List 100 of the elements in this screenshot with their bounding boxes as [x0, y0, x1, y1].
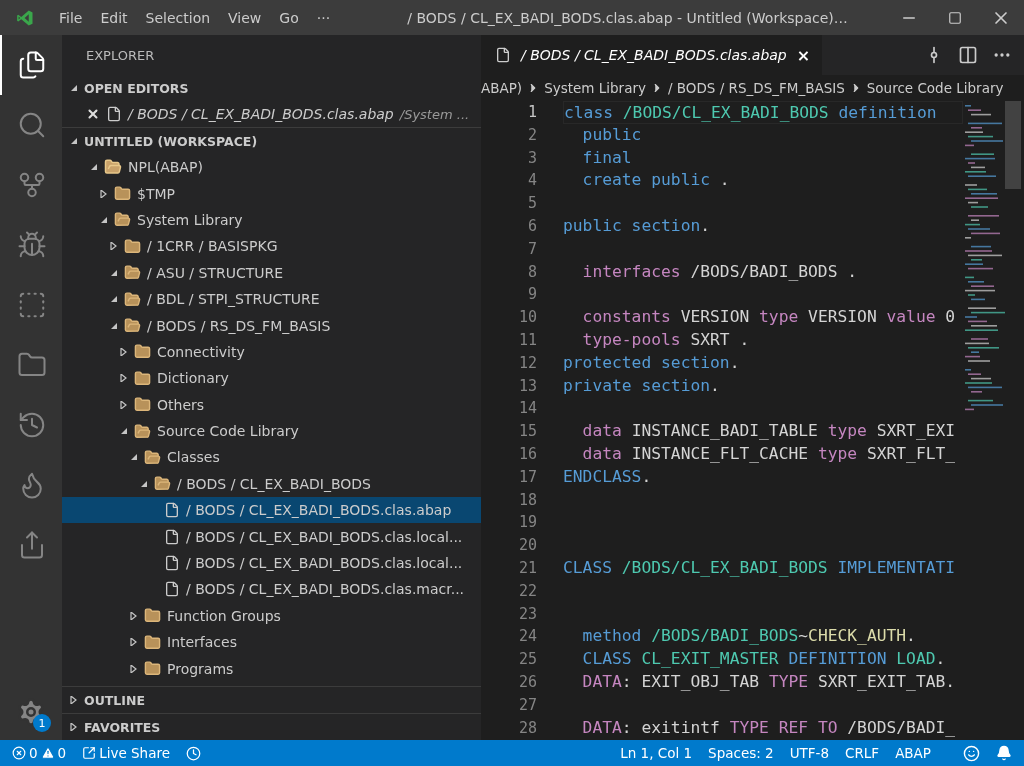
line-number: 9	[526, 284, 537, 306]
window-title: / BODS / CL_EX_BADI_BODS.clas.abap - Untitled (Workspace)…	[406, 9, 849, 26]
expand-arrow-icon[interactable]	[130, 453, 138, 462]
line-number: 5	[526, 193, 537, 215]
tree-item[interactable]: Interfaces	[62, 629, 481, 656]
menu-item[interactable]: Go	[270, 9, 308, 26]
tree-item[interactable]: Programs	[62, 655, 481, 682]
line-number: 2	[526, 124, 537, 146]
folder-icon	[134, 343, 151, 361]
expand-arrow-icon[interactable]	[70, 84, 78, 92]
tree-item[interactable]: Function Groups	[62, 602, 481, 630]
tree-item[interactable]: Classes	[62, 444, 481, 471]
expand-arrow-icon[interactable]	[100, 189, 108, 198]
code-line: type-pools SXRT .	[581, 329, 750, 349]
code-line: method /BODS/BADI_BODS~CHECK_AUTH.	[581, 626, 916, 646]
section-header[interactable]: UNTITLED (WORKSPACE)	[62, 127, 481, 154]
tree-item[interactable]: $TMP	[62, 180, 481, 207]
tree-item[interactable]: / ASU / STRUCTURE	[62, 259, 481, 286]
tree-item[interactable]: / BODS / CL_EX_BADI_BODS.clas.local...	[62, 523, 481, 550]
expand-arrow-icon[interactable]	[100, 215, 108, 224]
scrollbar-thumb[interactable]	[1005, 101, 1021, 189]
close-icon[interactable]	[86, 107, 100, 121]
breadcrumb-item[interactable]: / BODS / RS_DS_FM_BASIS	[668, 80, 845, 96]
file-icon	[164, 555, 180, 572]
menu-item[interactable]: Edit	[91, 9, 137, 26]
menu-item[interactable]: Selection	[136, 9, 220, 26]
tree-item[interactable]: / 1CRR / BASISPKG	[62, 233, 481, 260]
expand-arrow-icon[interactable]	[90, 163, 98, 172]
expand-arrow-icon[interactable]	[140, 479, 148, 488]
folder-icon	[144, 449, 161, 466]
tree-item[interactable]: NPL(ABAP)	[62, 154, 481, 181]
folder-icon	[144, 633, 161, 651]
section-header[interactable]: OPEN EDITORS	[62, 75, 481, 101]
section-header[interactable]: OUTLINE	[62, 686, 481, 713]
breadcrumb-item[interactable]: ABAP)	[481, 80, 523, 96]
file-icon	[164, 528, 180, 545]
folder-icon	[114, 211, 131, 229]
tree-item[interactable]: System Library	[62, 206, 481, 234]
expand-arrow-icon[interactable]	[120, 347, 128, 356]
split-editor-icon[interactable]	[958, 45, 978, 65]
code-line: constants VERSION type VERSION value 0	[581, 307, 956, 327]
menu-item[interactable]: View	[219, 9, 271, 26]
live-share-button[interactable]: Live Share	[76, 745, 176, 761]
line-number: 17	[517, 466, 537, 488]
expand-arrow-icon[interactable]	[110, 321, 118, 330]
tree-item[interactable]: / BODS / RS_DS_FM_BASIS	[62, 312, 481, 339]
cursor-position[interactable]: Ln 1, Col 1	[614, 745, 699, 761]
folder-icon	[134, 396, 151, 414]
code-line: public	[581, 124, 642, 144]
code-line: public section.	[563, 216, 711, 235]
line-number: 23	[517, 603, 537, 625]
tree-item[interactable]: Connectivity	[62, 338, 481, 366]
line-number: 11	[517, 329, 537, 351]
menu-item[interactable]: ···	[307, 9, 340, 26]
expand-arrow-icon[interactable]	[70, 137, 78, 145]
tree-item[interactable]: / BODS / CL_EX_BADI_BODS.clas.local...	[62, 549, 481, 577]
menu-item[interactable]: File	[50, 9, 92, 26]
tree-item[interactable]: / BODS / CL_EX_BADI_BODS.clas.macr...	[62, 576, 481, 603]
folder-icon	[124, 290, 141, 308]
tree-item[interactable]: / BDL / STPI_STRUCTURE	[62, 285, 481, 313]
indentation-setting[interactable]: Spaces: 2	[702, 745, 780, 761]
tree-item[interactable]: / BODS / CL_EX_BADI_BODS.clas.abap	[62, 497, 481, 524]
expand-arrow-icon[interactable]	[110, 242, 118, 251]
expand-arrow-icon[interactable]	[110, 268, 118, 277]
line-number: 21	[517, 557, 537, 579]
expand-arrow-icon[interactable]	[130, 611, 138, 620]
code-line: DATA: exitintf TYPE REF TO /BODS/BADI_	[581, 717, 956, 737]
expand-arrow-icon[interactable]	[130, 638, 138, 647]
expand-arrow-icon[interactable]	[130, 664, 138, 673]
line-ending-setting[interactable]: CRLF	[839, 745, 886, 761]
maximize-icon[interactable]	[948, 10, 962, 25]
expand-arrow-icon[interactable]	[120, 374, 128, 383]
line-number: 24	[517, 626, 537, 648]
tree-item[interactable]: Dictionary	[62, 365, 481, 392]
language-mode[interactable]: ABAP	[889, 745, 937, 761]
expand-arrow-icon[interactable]	[110, 295, 118, 304]
tree-item[interactable]: / BODS / CL_EX_BADI_BODS	[62, 470, 481, 498]
encoding-setting[interactable]: UTF-8	[783, 745, 836, 761]
expand-arrow-icon[interactable]	[120, 427, 128, 436]
file-icon	[164, 502, 180, 519]
expand-arrow-icon[interactable]	[70, 723, 78, 731]
tree-item[interactable]: Others	[62, 391, 481, 418]
tree-item[interactable]: Source Code Library	[62, 417, 481, 445]
code-line: protected section.	[563, 352, 740, 372]
line-number: 10	[517, 307, 537, 329]
problems-indicator[interactable]: 0 0	[6, 745, 73, 761]
editor-tab[interactable]: / BODS / CL_EX_BADI_BODS.clas.abap ×	[481, 35, 823, 75]
code-line: final	[581, 147, 632, 167]
line-number: 15	[517, 421, 537, 443]
code-line: ENDCLASS.	[563, 466, 652, 486]
tab-close-button[interactable]: ×	[796, 45, 811, 65]
code-line: create public .	[581, 170, 730, 190]
folder-icon	[114, 185, 131, 203]
breadcrumb-item[interactable]: System Library	[544, 80, 646, 96]
line-number: 8	[526, 261, 537, 283]
line-number: 27	[517, 694, 537, 716]
expand-arrow-icon[interactable]	[70, 696, 78, 704]
open-editor-item[interactable]: / BODS / CL_EX_BADI_BODS.clas.abap /System ...	[62, 101, 481, 127]
breadcrumb-item[interactable]: Source Code Library	[866, 80, 1004, 96]
expand-arrow-icon[interactable]	[120, 400, 128, 409]
